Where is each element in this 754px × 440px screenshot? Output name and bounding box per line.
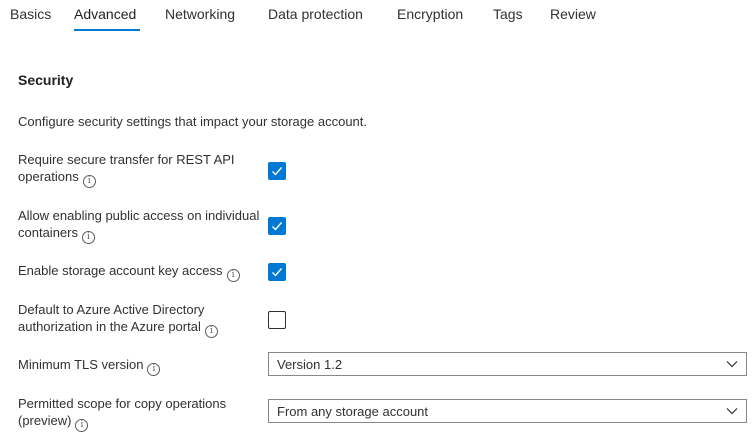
min-tls-dropdown[interactable]: Version 1.2: [268, 352, 747, 376]
min-tls-text: Minimum TLS version: [18, 357, 144, 372]
checkmark-icon: [272, 167, 283, 176]
copy-scope-label: Permitted scope for copy operations (pre…: [18, 395, 268, 432]
tab-networking[interactable]: Networking: [165, 6, 235, 22]
secure-transfer-checkbox[interactable]: [268, 162, 286, 180]
storage-account-advanced-page: Basics Advanced Networking Data protecti…: [0, 0, 754, 440]
aad-default-checkbox[interactable]: [268, 311, 286, 329]
secure-transfer-text: Require secure transfer for REST API ope…: [18, 152, 235, 184]
public-access-text: Allow enabling public access on individu…: [18, 208, 260, 240]
chevron-down-icon: [726, 408, 738, 415]
copy-scope-value: From any storage account: [277, 404, 429, 419]
tab-encryption[interactable]: Encryption: [397, 6, 463, 22]
checkmark-icon: [272, 268, 283, 277]
tab-basics[interactable]: Basics: [10, 6, 51, 22]
info-icon[interactable]: i: [226, 269, 240, 282]
checkmark-icon: [272, 222, 283, 231]
tab-bar: Basics Advanced Networking Data protecti…: [0, 0, 754, 32]
info-icon[interactable]: i: [81, 231, 95, 244]
aad-default-label: Default to Azure Active Directory author…: [18, 301, 268, 338]
min-tls-label: Minimum TLS version i: [18, 356, 268, 376]
section-title: Security: [18, 72, 74, 88]
key-access-label: Enable storage account key access i: [18, 262, 268, 282]
section-description: Configure security settings that impact …: [18, 114, 368, 129]
key-access-checkbox[interactable]: [268, 263, 286, 281]
info-icon[interactable]: i: [75, 419, 89, 432]
secure-transfer-label: Require secure transfer for REST API ope…: [18, 151, 268, 188]
public-access-label: Allow enabling public access on individu…: [18, 207, 268, 244]
tab-advanced[interactable]: Advanced: [74, 6, 136, 22]
info-icon[interactable]: i: [147, 363, 161, 376]
aad-default-text: Default to Azure Active Directory author…: [18, 302, 205, 334]
copy-scope-text: Permitted scope for copy operations (pre…: [18, 396, 227, 428]
tab-tags[interactable]: Tags: [493, 6, 523, 22]
active-tab-indicator: [74, 29, 140, 31]
copy-scope-dropdown[interactable]: From any storage account: [268, 399, 747, 423]
tab-data-protection[interactable]: Data protection: [268, 6, 363, 22]
public-access-checkbox[interactable]: [268, 217, 286, 235]
chevron-down-icon: [726, 361, 738, 368]
key-access-text: Enable storage account key access: [18, 263, 223, 278]
info-icon[interactable]: i: [82, 175, 96, 188]
tab-review[interactable]: Review: [550, 6, 596, 22]
min-tls-value: Version 1.2: [277, 357, 343, 372]
info-icon[interactable]: i: [204, 325, 218, 338]
